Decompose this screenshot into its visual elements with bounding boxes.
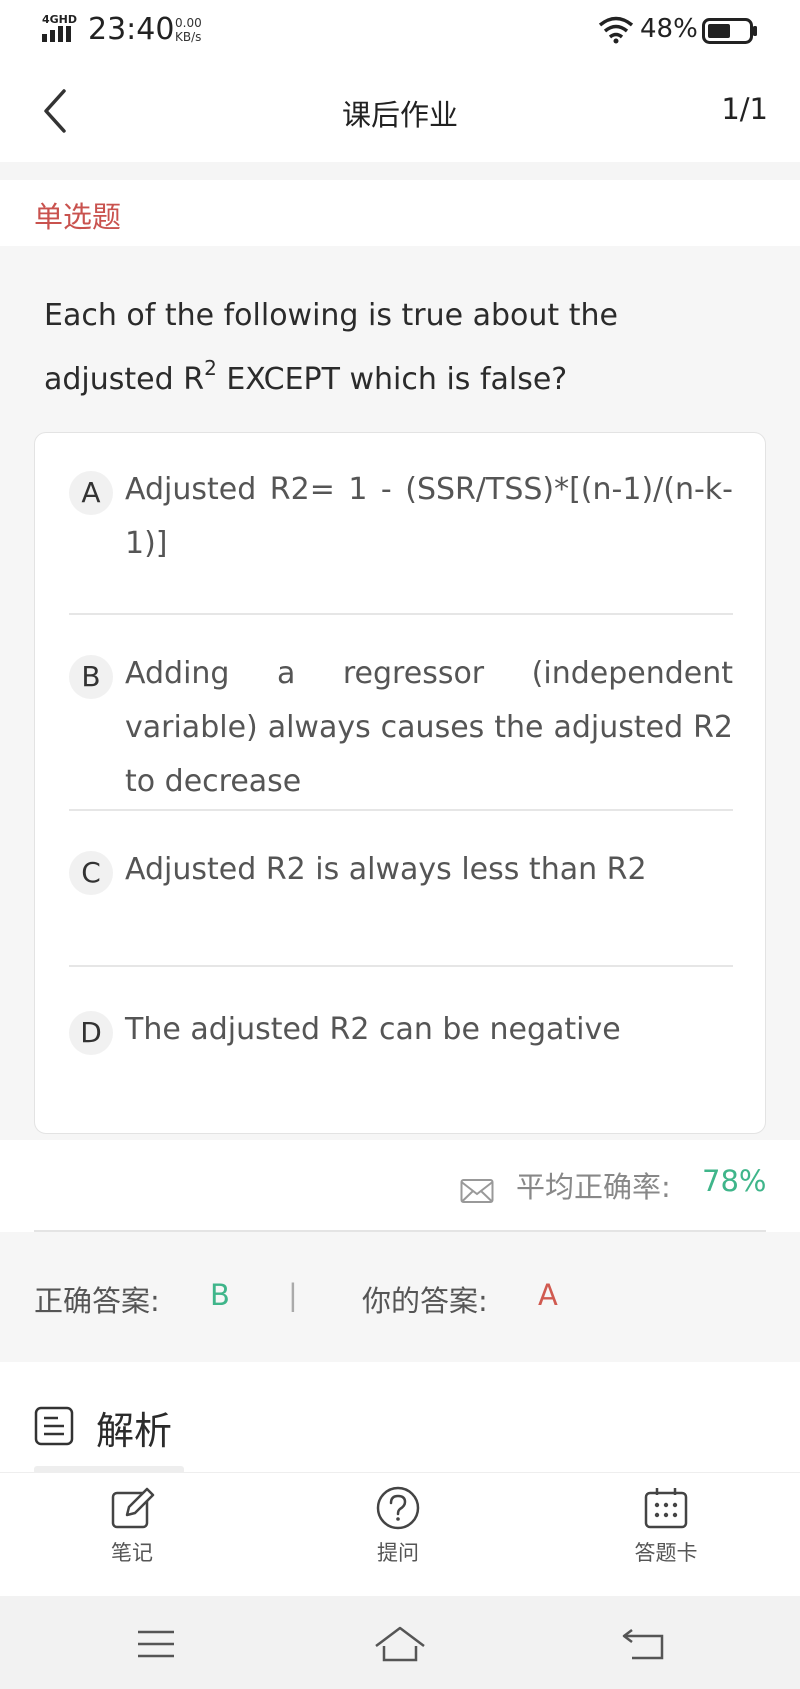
edit-icon <box>111 1487 155 1529</box>
ask-button[interactable]: 提问 <box>338 1485 458 1585</box>
analysis-section: 解析 <box>0 1362 800 1474</box>
divider <box>69 613 733 615</box>
network-speed: 0.00 KB/s <box>175 16 202 44</box>
correct-answer-value: B <box>210 1278 230 1312</box>
question-stem: Each of the following is true about the … <box>44 298 618 397</box>
notes-label: 笔记 <box>111 1541 153 1565</box>
answer-separator: | <box>288 1278 298 1312</box>
bottom-toolbar: 笔记 提问 答题卡 <box>0 1472 800 1596</box>
divider <box>69 809 733 811</box>
option-letter: D <box>69 1011 113 1055</box>
document-icon <box>34 1406 74 1446</box>
your-answer-value: A <box>538 1278 558 1312</box>
answer-card-button[interactable]: 答题卡 <box>606 1485 726 1585</box>
divider <box>69 965 733 967</box>
mail-icon <box>460 1179 494 1203</box>
battery-percent: 48% <box>640 14 698 44</box>
signal-icon <box>42 26 71 42</box>
accuracy-value: 78% <box>702 1164 767 1198</box>
option-text: Adjusted R2 is always less than R2 <box>125 852 647 887</box>
option-text: Adding a regressor (independent variable… <box>125 656 733 799</box>
question-icon <box>376 1486 420 1530</box>
battery-icon <box>702 18 757 44</box>
return-icon[interactable] <box>618 1624 670 1664</box>
analysis-heading: 解析 <box>96 1409 173 1453</box>
option-letter: B <box>69 655 113 699</box>
accuracy-row: 平均正确率: 78% <box>0 1140 800 1232</box>
grid-card-icon <box>644 1488 688 1529</box>
option-text: The adjusted R2 can be negative <box>125 1012 621 1047</box>
question-type-row: 单选题 <box>0 180 800 246</box>
notes-button[interactable]: 笔记 <box>72 1485 192 1585</box>
option-a[interactable]: A Adjusted R2= 1 - (SSR/TSS)*[(n-1)/(n-k… <box>69 463 733 615</box>
your-answer-label: 你的答案: <box>362 1284 488 1318</box>
menu-icon[interactable] <box>130 1624 182 1664</box>
system-navigation <box>0 1596 800 1689</box>
ask-label: 提问 <box>377 1541 419 1565</box>
header: 课后作业 1/1 <box>0 62 800 162</box>
option-letter: C <box>69 851 113 895</box>
home-icon[interactable] <box>374 1624 426 1664</box>
options-card: A Adjusted R2= 1 - (SSR/TSS)*[(n-1)/(n-k… <box>34 432 766 1134</box>
page-title: 课后作业 <box>341 98 458 132</box>
question-type-label: 单选题 <box>34 200 122 234</box>
question-counter: 1/1 <box>721 92 768 126</box>
question-section: Each of the following is true about the … <box>0 246 800 1140</box>
answer-card-label: 答题卡 <box>634 1541 698 1565</box>
option-text: Adjusted R2= 1 - (SSR/TSS)*[(n-1)/(n-k-1… <box>125 472 733 561</box>
status-bar: 4GHD 23:40 0.00 KB/s 48% <box>0 0 800 62</box>
option-b[interactable]: B Adding a regressor (independent variab… <box>69 647 733 811</box>
option-c[interactable]: C Adjusted R2 is always less than R2 <box>69 843 733 967</box>
option-d[interactable]: D The adjusted R2 can be negative <box>69 1003 733 1103</box>
answer-row: 正确答案: B | 你的答案: A <box>0 1232 800 1362</box>
clock: 23:40 <box>88 12 175 47</box>
option-letter: A <box>69 471 113 515</box>
accuracy-label: 平均正确率: <box>516 1170 671 1204</box>
wifi-icon <box>598 16 634 44</box>
correct-answer-label: 正确答案: <box>34 1284 160 1318</box>
